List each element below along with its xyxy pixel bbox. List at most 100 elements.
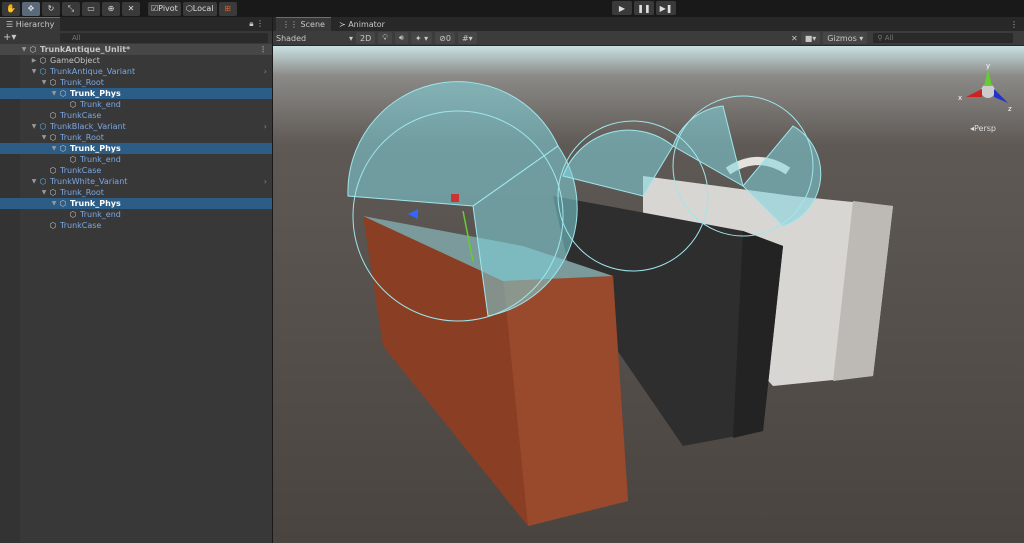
- axis-y-label: y: [986, 62, 990, 70]
- step-button[interactable]: ▶❚: [656, 1, 676, 15]
- scale-tool-icon[interactable]: ⤡: [62, 1, 80, 16]
- grid-icon[interactable]: #▾: [457, 32, 477, 44]
- expand-toggle[interactable]: ▼: [50, 90, 58, 97]
- row-label: Trunk_end: [80, 100, 121, 109]
- play-button[interactable]: ▶: [612, 1, 632, 15]
- hierarchy-tree: ▼ ⬡ TrunkAntique_Unlit* ⋮ ▶ ⬡ GameObject ▼ ⬡ Trun…: [0, 44, 272, 231]
- scene-panel: ⋮⋮ Scene ≻ Animator ⋮ Shaded ▾ 2D 💡︎ 🔊︎ ✦…: [273, 17, 1024, 543]
- more-icon[interactable]: ⋮: [259, 45, 267, 54]
- hidden-count: 0: [445, 33, 451, 43]
- scene-viewport[interactable]: y x z ◂Persp: [273, 46, 1024, 543]
- row-label: Trunk_Phys: [70, 144, 121, 153]
- 2d-toggle[interactable]: 2D: [356, 32, 376, 44]
- lighting-icon[interactable]: 💡︎: [378, 32, 392, 44]
- row-label: TrunkAntique_Variant: [50, 67, 136, 76]
- row-label: Trunk_end: [80, 155, 121, 164]
- gameobject-icon: ⬡: [59, 199, 67, 208]
- hierarchy-row[interactable]: ⬡ Trunk_end: [0, 209, 272, 220]
- expand-toggle[interactable]: ▶: [30, 57, 38, 64]
- expand-toggle[interactable]: ▼: [30, 68, 38, 75]
- scene-tab-label: Scene: [300, 20, 325, 29]
- hierarchy-row[interactable]: ▼ ⬡ Trunk_Phys: [0, 88, 272, 99]
- custom-tool-icon[interactable]: ✕: [122, 1, 140, 16]
- add-button[interactable]: +▾: [3, 32, 16, 43]
- expand-toggle[interactable]: ▼: [30, 178, 38, 185]
- expand-toggle[interactable]: ▼: [50, 145, 58, 152]
- hierarchy-row[interactable]: ▼ ⬡ TrunkWhite_Variant ›: [0, 176, 272, 187]
- hierarchy-row[interactable]: ▼ ⬡ TrunkBlack_Variant ›: [0, 121, 272, 132]
- hierarchy-row[interactable]: ⬡ TrunkCase: [0, 110, 272, 121]
- lock-icon[interactable]: 🔒︎ ⋮: [249, 19, 264, 29]
- hierarchy-row[interactable]: ▼ ⬡ Trunk_Root: [0, 77, 272, 88]
- gameobject-icon: ⬡: [59, 144, 67, 153]
- gizmos-dropdown[interactable]: Gizmos ▾: [823, 32, 868, 44]
- shading-label: Shaded: [276, 33, 307, 43]
- hierarchy-row[interactable]: ▼ ⬡ Trunk_Phys: [0, 198, 272, 209]
- main-toolbar: ✋ ✥ ↻ ⤡ ▭ ⊕ ✕ ☑ Pivot ⬡ Local ⊞ ▶ ❚❚ ▶❚: [0, 0, 1024, 17]
- search-placeholder: All: [72, 34, 81, 42]
- rect-tool-icon[interactable]: ▭: [82, 1, 100, 16]
- expand-toggle[interactable]: ▼: [30, 123, 38, 130]
- tools-icon[interactable]: ✕: [791, 34, 798, 43]
- prefab-icon: ⬡: [39, 122, 47, 131]
- hierarchy-search-input[interactable]: All: [60, 33, 268, 43]
- expand-toggle[interactable]: ▼: [40, 189, 48, 196]
- hierarchy-row[interactable]: ⬡ Trunk_end: [0, 154, 272, 165]
- hidden-objects-toggle[interactable]: ⊘ 0: [435, 32, 455, 44]
- projection-label[interactable]: ◂Persp: [970, 124, 996, 133]
- row-label: TrunkWhite_Variant: [50, 177, 128, 186]
- hierarchy-row[interactable]: ⬡ TrunkCase: [0, 220, 272, 231]
- scene-search-input[interactable]: ⚲ All: [873, 33, 1014, 43]
- hierarchy-row[interactable]: ▼ ⬡ TrunkAntique_Variant ›: [0, 66, 272, 77]
- snap-icon[interactable]: ⊞: [218, 1, 237, 16]
- row-label: Trunk_Root: [60, 78, 104, 87]
- row-label: Trunk_Phys: [70, 89, 121, 98]
- tab-animator[interactable]: ≻ Animator: [331, 20, 393, 29]
- more-icon[interactable]: ⋮: [1010, 20, 1018, 29]
- tab-hierarchy[interactable]: ☰ Hierarchy: [0, 17, 61, 31]
- hierarchy-row[interactable]: ⬡ TrunkCase: [0, 165, 272, 176]
- pause-button[interactable]: ❚❚: [634, 1, 654, 15]
- gameobject-icon: ⬡: [49, 111, 57, 120]
- scene-search-placeholder: All: [884, 34, 894, 42]
- chevron-right-icon[interactable]: ›: [264, 67, 267, 76]
- hierarchy-panel: ☰ Hierarchy 🔒︎ ⋮ +▾ All ▼ ⬡ TrunkAntique_U…: [0, 17, 272, 543]
- gameobject-icon: ⬡: [69, 155, 77, 164]
- rotate-tool-icon[interactable]: ↻: [42, 1, 60, 16]
- expand-toggle[interactable]: ▼: [40, 79, 48, 86]
- audio-icon[interactable]: 🔊︎: [394, 32, 408, 44]
- hierarchy-row[interactable]: ▼ ⬡ Trunk_Root: [0, 132, 272, 143]
- row-label: Trunk_end: [80, 210, 121, 219]
- pivot-button[interactable]: ☑ Pivot: [148, 1, 181, 16]
- expand-toggle[interactable]: ▼: [50, 200, 58, 207]
- pivot-label: Pivot: [158, 4, 178, 13]
- gameobject-icon: ⬡: [49, 133, 57, 142]
- gameobject-icon: ⬡: [69, 210, 77, 219]
- expand-toggle[interactable]: ▼: [40, 134, 48, 141]
- effects-icon[interactable]: ✦ ▾: [410, 32, 433, 44]
- local-button[interactable]: ⬡ Local: [182, 1, 217, 16]
- transform-tool-icon[interactable]: ⊕: [102, 1, 120, 16]
- chevron-right-icon[interactable]: ›: [264, 122, 267, 131]
- hierarchy-row[interactable]: ▼ ⬡ Trunk_Root: [0, 187, 272, 198]
- chevron-right-icon[interactable]: ›: [264, 177, 267, 186]
- hierarchy-row[interactable]: ▼ ⬡ TrunkAntique_Unlit* ⋮: [0, 44, 272, 55]
- gameobject-icon: ⬡: [49, 188, 57, 197]
- hierarchy-row[interactable]: ⬡ Trunk_end: [0, 99, 272, 110]
- row-label: TrunkCase: [60, 166, 102, 175]
- hierarchy-row[interactable]: ▼ ⬡ Trunk_Phys: [0, 143, 272, 154]
- camera-icon[interactable]: ■▾: [800, 32, 821, 44]
- shading-dropdown[interactable]: Shaded ▾: [273, 34, 353, 43]
- tab-scene[interactable]: ⋮⋮ Scene: [276, 17, 331, 31]
- expand-toggle[interactable]: ▼: [20, 46, 28, 53]
- gameobject-icon: ⬡: [49, 166, 57, 175]
- row-label: Trunk_Phys: [70, 199, 121, 208]
- hierarchy-row[interactable]: ▶ ⬡ GameObject: [0, 55, 272, 66]
- row-label: TrunkCase: [60, 111, 102, 120]
- local-label: Local: [192, 4, 214, 13]
- hand-tool-icon[interactable]: ✋: [2, 1, 20, 16]
- prefab-icon: ⬡: [39, 67, 47, 76]
- move-tool-icon[interactable]: ✥: [22, 1, 40, 16]
- prefab-icon: ⬡: [39, 177, 47, 186]
- row-label: Trunk_Root: [60, 188, 104, 197]
